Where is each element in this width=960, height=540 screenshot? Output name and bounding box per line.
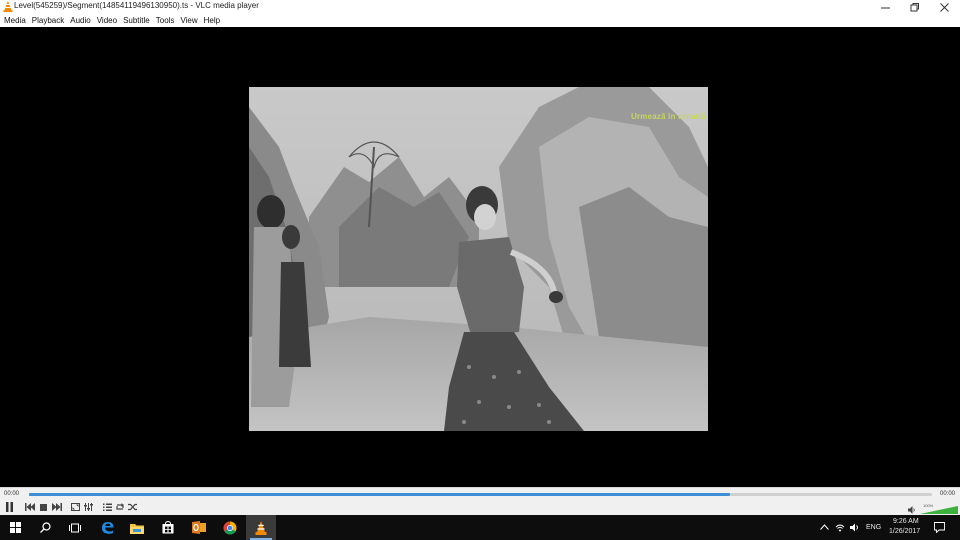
windows-taskbar: ENG 9:26 AM 1/26/2017	[0, 515, 960, 540]
volume-icon[interactable]	[850, 523, 860, 532]
stop-button[interactable]	[38, 501, 49, 513]
window-title: Level(545259)/Segment(14854119496130950)…	[14, 1, 259, 10]
chrome-icon	[223, 521, 237, 534]
loop-icon	[116, 503, 124, 510]
video-area[interactable]	[0, 27, 960, 487]
maximize-icon	[910, 2, 919, 11]
pause-button[interactable]	[3, 501, 16, 513]
start-button[interactable]	[0, 515, 30, 540]
taskbar-chrome[interactable]	[215, 515, 245, 540]
vlc-cone-icon	[255, 520, 267, 535]
restore-button[interactable]	[899, 0, 929, 14]
close-button[interactable]	[929, 0, 959, 14]
task-view-icon	[69, 523, 81, 532]
outlook-icon	[192, 521, 206, 534]
extended-settings-icon	[83, 503, 93, 511]
playlist-button[interactable]	[101, 501, 113, 513]
menu-playback[interactable]: Playback	[32, 16, 64, 25]
minimize-button[interactable]	[870, 0, 900, 14]
notifications-icon[interactable]	[934, 522, 945, 533]
clock-date[interactable]: 1/26/2017	[889, 528, 920, 535]
fullscreen-icon	[70, 503, 80, 511]
minimize-icon	[880, 7, 890, 8]
taskbar-edge[interactable]	[92, 515, 122, 540]
video-overlay-text: Urmează în armată	[631, 112, 706, 121]
stop-icon	[40, 503, 47, 511]
playback-controls: 00:00 00:00 100%	[0, 487, 960, 515]
clock-time[interactable]: 9:26 AM	[893, 518, 919, 525]
windows-start-icon	[9, 522, 21, 533]
taskbar-store[interactable]	[153, 515, 183, 540]
volume-level	[920, 506, 958, 514]
taskbar-file-explorer[interactable]	[122, 515, 152, 540]
store-icon	[162, 521, 174, 534]
seek-bar[interactable]	[29, 493, 932, 496]
edge-icon	[101, 522, 113, 534]
vlc-window: Level(545259)/Segment(14854119496130950)…	[0, 0, 960, 540]
close-icon	[939, 2, 949, 12]
pause-icon	[6, 502, 13, 512]
input-language[interactable]: ENG	[866, 524, 881, 531]
video-frame	[249, 87, 708, 431]
next-button[interactable]	[51, 501, 63, 513]
previous-icon	[25, 503, 35, 511]
vlc-cone-icon	[3, 1, 13, 12]
menu-bar: Media Playback Audio Video Subtitle Tool…	[0, 14, 960, 27]
playlist-icon	[102, 503, 112, 511]
volume-slider[interactable]	[920, 506, 958, 514]
loop-button[interactable]	[114, 501, 126, 513]
taskbar-outlook[interactable]	[184, 515, 214, 540]
elapsed-time: 00:00	[4, 491, 20, 497]
search-button[interactable]	[30, 515, 60, 540]
total-time: 00:00	[940, 491, 956, 497]
menu-help[interactable]: Help	[204, 16, 220, 25]
menu-view[interactable]: View	[180, 16, 197, 25]
menu-audio[interactable]: Audio	[70, 16, 90, 25]
network-icon[interactable]	[835, 523, 845, 532]
menu-tools[interactable]: Tools	[156, 16, 175, 25]
next-icon	[52, 503, 62, 511]
menu-media[interactable]: Media	[4, 16, 26, 25]
title-bar: Level(545259)/Segment(14854119496130950)…	[0, 0, 960, 14]
chevron-up-icon[interactable]	[820, 524, 829, 530]
seek-progress	[29, 493, 730, 496]
taskbar-vlc[interactable]	[246, 515, 276, 540]
search-icon	[39, 522, 51, 533]
fullscreen-button[interactable]	[69, 501, 81, 513]
video-scene	[249, 87, 708, 431]
extended-settings-button[interactable]	[82, 501, 94, 513]
task-view-button[interactable]	[60, 515, 90, 540]
menu-video[interactable]: Video	[97, 16, 117, 25]
random-button[interactable]	[127, 501, 139, 513]
random-icon	[128, 503, 137, 511]
menu-subtitle[interactable]: Subtitle	[123, 16, 150, 25]
previous-button[interactable]	[24, 501, 36, 513]
speaker-icon[interactable]	[908, 506, 916, 514]
file-explorer-icon	[130, 523, 144, 534]
